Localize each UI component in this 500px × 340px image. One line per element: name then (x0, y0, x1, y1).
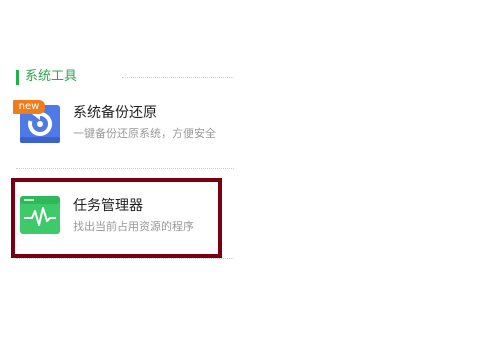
section-accent-bar (16, 70, 19, 85)
tool-name: 系统备份还原 (73, 105, 157, 121)
new-badge: new (13, 100, 45, 114)
section-title: 系统工具 (25, 69, 78, 84)
section-divider (122, 77, 234, 78)
row-divider (16, 168, 234, 169)
pulse-monitor-icon (20, 196, 60, 236)
tool-description: 一键备份还原系统，方便安全 (73, 127, 216, 140)
tool-description: 找出当前占用资源的程序 (73, 220, 194, 233)
tool-item-system-backup[interactable]: new 系统备份还原 一键备份还原系统，方便安全 (13, 100, 234, 151)
tool-item-task-manager[interactable]: 任务管理器 找出当前占用资源的程序 (16, 194, 234, 244)
tool-name: 任务管理器 (73, 198, 143, 214)
section-header: 系统工具 (16, 68, 234, 88)
row-divider (16, 258, 234, 259)
